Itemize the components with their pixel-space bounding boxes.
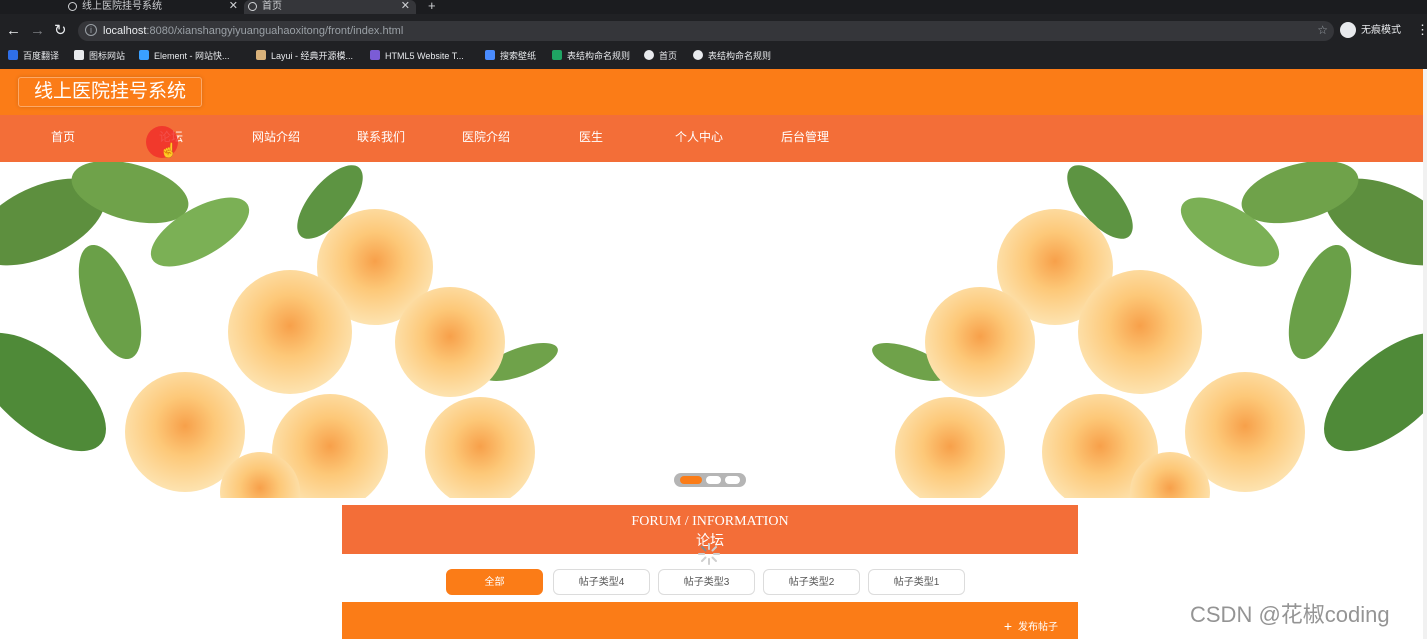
nav-doctors[interactable]: 医生 [546,115,636,162]
url-text: localhost:8080/xianshangyiyuanguahaoxito… [103,23,403,39]
filter-type-2[interactable]: 帖子类型2 [763,569,860,595]
page-scrollbar[interactable] [1423,69,1427,639]
html5-icon [370,50,380,60]
bookmark-item[interactable]: 搜索壁纸 [485,49,536,63]
csdn-watermark: CSDN @花椒coding [1190,602,1390,627]
folder-icon [74,50,84,60]
carousel-dot[interactable] [706,476,721,484]
bookmark-item[interactable]: 图标网站 [74,49,125,63]
site-title[interactable]: 线上医院挂号系统 [18,77,203,107]
close-tab-icon[interactable]: ✕ [229,0,238,12]
nav-home[interactable]: 首页 [18,115,108,162]
bookmarks-bar: 百度翻译 图标网站 Element - 网站快... Layui - 经典开源模… [0,47,1427,65]
filter-type-4[interactable]: 帖子类型4 [553,569,650,595]
carousel-indicators [674,473,746,487]
bookmark-item[interactable]: 首页 [644,49,677,63]
nav-admin[interactable]: 后台管理 [760,115,850,162]
main-nav: 首页 论坛 网站介绍 联系我们 医院介绍 医生 个人中心 后台管理 [0,115,1423,162]
vue-favicon-icon [68,2,77,11]
post-toolbar: + 发布帖子 [342,602,1078,639]
browser-menu-icon[interactable]: ⋮ [1416,22,1427,38]
bookmark-star-icon[interactable]: ☆ [1317,23,1328,37]
bookmark-item[interactable]: 表结构命名规则 [693,49,771,63]
reload-icon[interactable]: ↻ [54,22,67,40]
filter-type-3[interactable]: 帖子类型3 [658,569,755,595]
tab-hospital-system[interactable]: 线上医院挂号系统 ✕ [64,0,244,14]
rose-banner-image [0,162,1423,498]
nav-site-intro[interactable]: 网站介绍 [231,115,321,162]
site-info-icon[interactable]: i [85,24,97,36]
back-arrow-icon[interactable]: ← [6,22,21,40]
url-input[interactable]: i localhost:8080/xianshangyiyuanguahaoxi… [78,21,1334,41]
publish-post-button[interactable]: + 发布帖子 [1004,619,1058,635]
globe-icon [644,50,654,60]
layui-logo-icon [256,50,266,60]
web-page: 线上医院挂号系统 首页 论坛 网站介绍 联系我们 医院介绍 医生 个人中心 后台… [0,69,1423,639]
incognito-profile[interactable]: 无痕模式 [1340,22,1401,40]
globe-icon [693,50,703,60]
nav-hospital-intro[interactable]: 医院介绍 [441,115,531,162]
section-title-en: FORUM / INFORMATION [631,514,789,529]
bookmark-item[interactable]: 表结构命名规则 [552,49,630,63]
loading-spinner-icon [698,543,720,565]
url-host: localhost [103,25,147,37]
new-tab-button[interactable]: + [428,0,442,14]
forward-arrow-icon[interactable]: → [30,22,45,40]
bookmark-icon [8,50,18,60]
banner-carousel[interactable] [0,162,1423,498]
bookmark-item[interactable]: Element - 网站快... [139,49,230,63]
carousel-dot[interactable] [725,476,740,484]
nav-user-center[interactable]: 个人中心 [654,115,744,162]
bookmark-item[interactable]: 百度翻译 [8,49,59,63]
filter-type-1[interactable]: 帖子类型1 [868,569,965,595]
tab-title: 首页 [262,1,282,12]
publish-post-label: 发布帖子 [1018,622,1058,633]
hand-cursor-icon: ☝ [160,142,178,158]
carousel-dot-active[interactable] [680,476,702,484]
profile-label: 无痕模式 [1361,25,1401,36]
wallpaper-icon [485,50,495,60]
site-header: 线上医院挂号系统 [0,69,1423,115]
browser-chrome: 线上医院挂号系统 ✕ 首页 ✕ + ← → ↻ i localhost:8080… [0,0,1427,69]
incognito-icon [1340,22,1356,39]
globe-icon [248,2,257,11]
filter-all[interactable]: 全部 [446,569,543,595]
bookmark-item[interactable]: HTML5 Website T... [370,49,464,63]
tab-title: 线上医院挂号系统 [82,1,162,12]
address-bar-row: ← → ↻ i localhost:8080/xianshangyiyuangu… [0,18,1427,44]
sheet-icon [552,50,562,60]
plus-icon: + [428,0,436,13]
close-tab-icon[interactable]: ✕ [401,0,410,12]
nav-contact[interactable]: 联系我们 [336,115,426,162]
plus-icon: + [1003,618,1012,634]
url-path: :8080/xianshangyiyuanguahaoxitong/front/… [146,25,404,37]
tab-strip: 线上医院挂号系统 ✕ 首页 ✕ + [0,0,1427,14]
tab-home[interactable]: 首页 ✕ [244,0,416,14]
element-logo-icon [139,50,149,60]
bookmark-item[interactable]: Layui - 经典开源模... [256,49,353,63]
